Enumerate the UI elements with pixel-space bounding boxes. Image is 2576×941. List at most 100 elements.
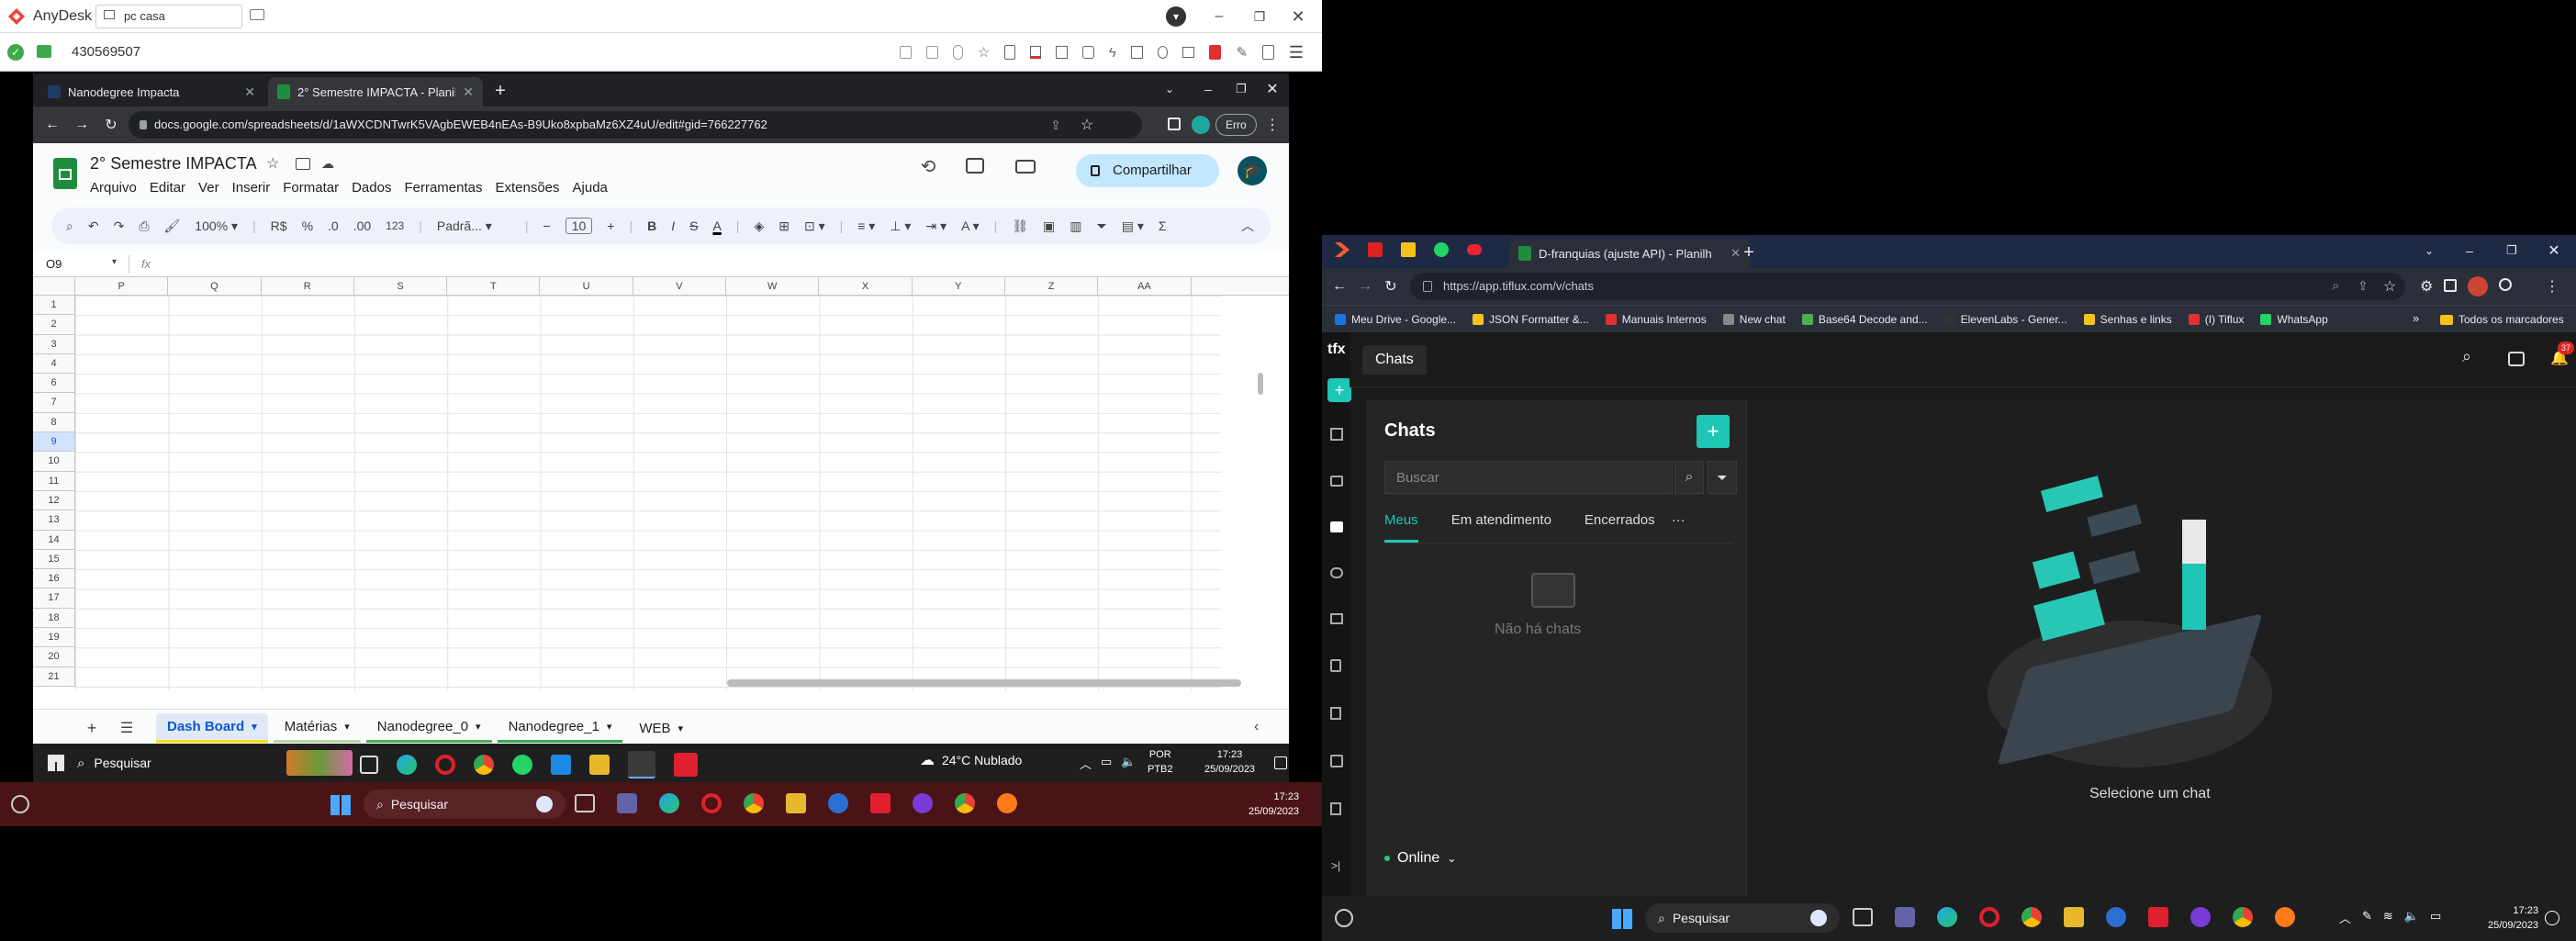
sheet-tab-menu-icon[interactable]: ▾ <box>678 723 684 734</box>
right-clock[interactable]: 17:23 25/09/2023 <box>2488 903 2538 933</box>
forward-icon[interactable]: → <box>72 115 92 135</box>
decrease-decimal-icon[interactable]: .0 <box>328 218 339 233</box>
pinned-tab-icon[interactable] <box>1467 244 1482 255</box>
more-tabs-icon[interactable]: ··· <box>1672 512 1686 543</box>
volume-icon[interactable]: 🔈 <box>2404 909 2419 926</box>
keyboard-icon[interactable] <box>1130 46 1143 59</box>
row-header[interactable]: 17 <box>33 588 74 609</box>
zoom-select[interactable]: 100% ▾ <box>195 218 238 234</box>
more-formats-button[interactable]: 123 <box>386 219 404 232</box>
menu-item-ver[interactable]: Ver <box>198 180 219 196</box>
menu-item-ferramentas[interactable]: Ferramentas <box>404 180 482 196</box>
row-header[interactable]: 7 <box>33 393 74 413</box>
reload-icon[interactable]: ↻ <box>1381 276 1401 297</box>
currency-format-button[interactable]: R$ <box>271 218 287 233</box>
insert-link-icon[interactable]: ⛓ <box>1012 218 1028 234</box>
remote-desktop[interactable]: Nanodegree Impacta ✕ 2° Semestre IMPACTA… <box>33 73 1289 782</box>
anydesk-icon[interactable] <box>2148 907 2168 927</box>
column-header[interactable]: Q <box>168 277 262 296</box>
privacy-icon[interactable] <box>1157 46 1168 59</box>
share-icon[interactable]: ⇪ <box>1047 116 1065 134</box>
horizontal-scrollbar[interactable] <box>727 679 1241 687</box>
bookmark-item[interactable]: ElevenLabs - Gener... <box>1943 313 2067 326</box>
right-search-box[interactable]: ⌕ Pesquisar <box>1645 903 1840 933</box>
star-icon[interactable]: ☆ <box>266 154 279 173</box>
column-header[interactable]: Y <box>913 277 1005 296</box>
search-menus-icon[interactable]: ⌕ <box>66 218 73 234</box>
tiflux-logo[interactable]: tfx <box>1327 342 1346 358</box>
minimize-icon[interactable]: – <box>1199 79 1217 99</box>
volume-icon[interactable]: 🔈 <box>1121 755 1136 772</box>
storage-icon[interactable] <box>952 45 963 60</box>
network-icon[interactable]: ▭ <box>1101 755 1112 772</box>
column-header[interactable]: X <box>819 277 913 296</box>
avast-icon[interactable] <box>2275 907 2295 927</box>
row-header[interactable]: 3 <box>33 335 74 354</box>
sheet-tab[interactable]: WEB ▾ <box>628 713 694 743</box>
sheets-logo-icon[interactable] <box>53 158 77 189</box>
row-header[interactable]: 1 <box>33 296 74 316</box>
avatar[interactable]: 🎓 <box>1238 156 1267 185</box>
chrome-2-icon[interactable] <box>2233 907 2253 927</box>
opera-icon[interactable] <box>1979 907 1999 927</box>
menu-item-inserir[interactable]: Inserir <box>232 180 271 196</box>
menu-item-formatar[interactable]: Formatar <box>283 180 339 196</box>
column-header[interactable]: V <box>633 277 727 296</box>
tab-search-icon[interactable]: ⌄ <box>2420 241 2438 261</box>
share-button[interactable]: Compartilhar <box>1076 154 1219 187</box>
whatsapp-icon[interactable] <box>512 755 532 775</box>
bookmark-star-icon[interactable]: ☆ <box>2383 277 2396 296</box>
pinned-tab-icon[interactable] <box>1368 242 1383 257</box>
spreadsheet-grid[interactable]: P Q R S T U V W X Y Z AA 1 2 3 4 6 7 8 9 10 11 12 13 14 15 16 17 18… <box>33 277 1289 773</box>
strikethrough-icon[interactable]: S <box>689 218 698 233</box>
borders-icon[interactable]: ⊞ <box>778 218 790 234</box>
bookmarks-overflow-icon[interactable]: » <box>2413 311 2419 325</box>
screen-icon[interactable] <box>1056 46 1069 59</box>
bookmark-item[interactable]: Meu Drive - Google... <box>1335 313 1456 326</box>
chrome-icon[interactable] <box>744 793 764 813</box>
timer-icon[interactable] <box>925 46 938 59</box>
error-badge[interactable]: Erro <box>1215 114 1257 136</box>
row-header[interactable]: 4 <box>33 354 74 375</box>
print-icon[interactable]: ⎙ <box>139 218 149 234</box>
menu-item-arquivo[interactable]: Arquivo <box>90 180 137 196</box>
reports-icon[interactable] <box>1330 659 1341 672</box>
sheet-tab-menu-icon[interactable]: ▾ <box>476 721 481 733</box>
task-view-icon[interactable] <box>1853 908 1873 926</box>
cell-area[interactable] <box>75 296 1221 690</box>
close-icon[interactable]: ✕ <box>1287 6 1309 28</box>
calendar-icon[interactable] <box>1330 755 1343 767</box>
row-header[interactable]: 20 <box>33 647 74 667</box>
doc-title[interactable]: 2° Semestre IMPACTA <box>90 154 257 174</box>
chat-search-input[interactable]: Buscar <box>1384 461 1673 494</box>
tab-close-icon[interactable]: ✕ <box>244 84 255 100</box>
bookmark-item[interactable]: Manuais Internos <box>1605 313 1707 326</box>
menu-item-ajuda[interactable]: Ajuda <box>573 180 608 196</box>
explorer-icon[interactable] <box>786 793 806 813</box>
text-color-icon[interactable]: A <box>712 218 721 233</box>
restore-icon[interactable]: ❐ <box>1232 79 1250 99</box>
edge-icon[interactable] <box>1937 907 1957 927</box>
increase-decimal-icon[interactable]: .00 <box>353 218 371 233</box>
edge-icon[interactable] <box>659 793 679 813</box>
battery-icon[interactable]: ▭ <box>2430 909 2441 926</box>
row-header[interactable]: 9 <box>33 432 74 453</box>
comments-icon[interactable] <box>966 158 984 174</box>
row-header[interactable]: 18 <box>33 609 74 629</box>
contacts-icon[interactable] <box>1330 567 1343 578</box>
documents-icon[interactable] <box>1330 707 1341 720</box>
tab-planilhas[interactable]: 2° Semestre IMPACTA - Planilhas ✕ <box>268 77 483 106</box>
chrome-profile-icon[interactable] <box>2190 907 2211 927</box>
vertical-align-icon[interactable]: ⊥ ▾ <box>890 218 911 234</box>
redo-icon[interactable]: ↷ <box>114 218 125 234</box>
close-icon[interactable]: ✕ <box>1263 79 1282 99</box>
text-wrap-icon[interactable]: ⇥ ▾ <box>925 218 946 234</box>
start-icon[interactable] <box>1612 909 1632 929</box>
add-sheet-icon[interactable]: + <box>81 717 103 739</box>
hamburger-menu-icon[interactable]: ☰ <box>1289 43 1304 62</box>
explorer-icon[interactable] <box>589 755 610 775</box>
tab-dfranquias[interactable]: D-franquias (ajuste API) - Planilh ✕ <box>1509 239 1750 268</box>
start-icon[interactable] <box>330 795 351 815</box>
row-header[interactable]: 10 <box>33 452 74 472</box>
widgets-icon[interactable] <box>1335 909 1353 927</box>
